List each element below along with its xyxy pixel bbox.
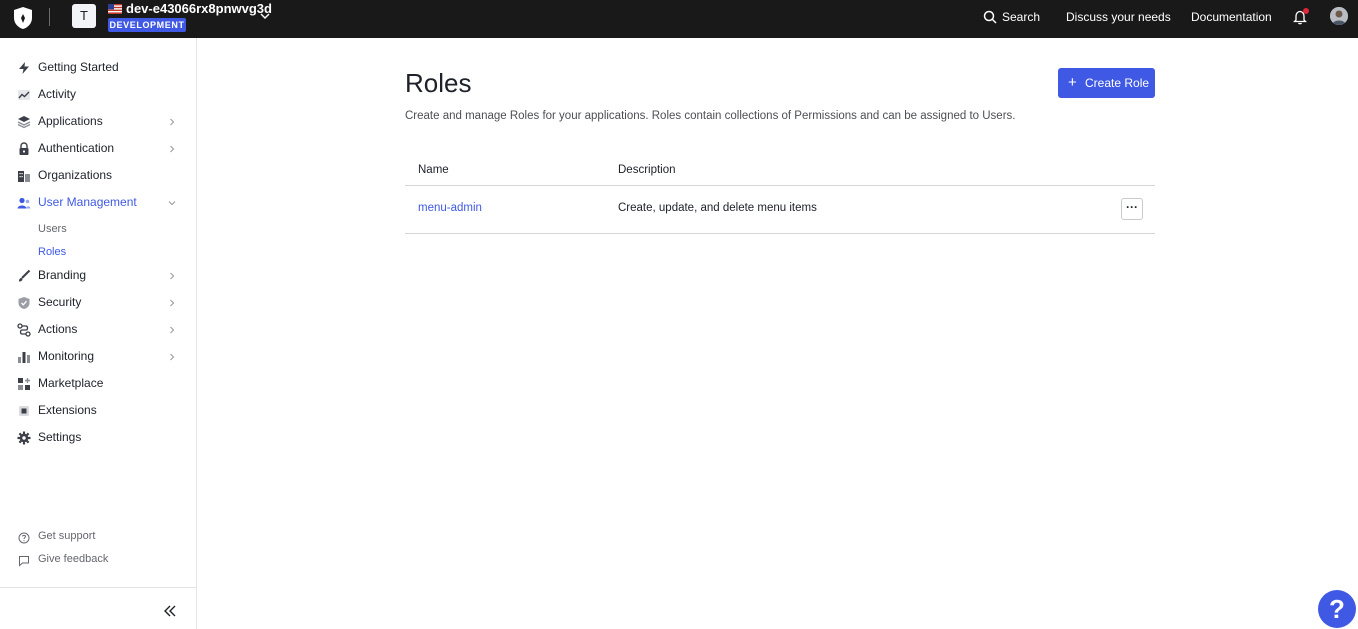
bar-chart-icon [18,352,30,363]
sidebar-item-label: Applications [38,114,103,128]
user-avatar[interactable] [1330,7,1348,25]
chevron-right-icon [170,118,175,126]
sidebar-item-label: Getting Started [38,60,119,74]
sidebar-item-label: Monitoring [38,349,95,363]
flow-icon [17,323,31,337]
role-name-link[interactable]: menu-admin [418,202,482,214]
search-icon[interactable] [983,10,997,24]
question-circle-icon [18,532,30,544]
documentation-link[interactable]: Documentation [1191,10,1272,24]
plus-icon: + [1068,74,1077,91]
sidebar-item-label: Authentication [38,141,115,155]
footer-label: Get support [38,530,96,542]
page-title: Roles [405,68,472,98]
grid-plus-icon [18,378,30,390]
us-flag-icon [108,4,122,14]
chevron-right-icon [170,353,175,361]
lock-icon [19,142,29,155]
sidebar-item-applications[interactable]: Applications [0,110,196,136]
sidebar: Getting Started Activity Applications Au… [0,38,197,629]
page-description: Create and manage Roles for your applica… [405,110,1016,122]
role-description: Create, update, and delete menu items [618,202,817,214]
sidebar-item-label: Organizations [38,168,113,182]
tenant-avatar[interactable]: T [72,4,96,28]
chevron-right-icon [170,145,175,153]
environment-badge: DEVELOPMENT [108,18,186,32]
sidebar-item-getting-started[interactable]: Getting Started [0,56,196,82]
lightning-icon [19,62,29,74]
row-more-options-button[interactable]: ··· [1121,198,1143,220]
sidebar-item-label: User Management [38,195,137,209]
gear-icon [17,431,31,445]
create-role-button[interactable]: + Create Role [1058,68,1155,98]
sidebar-item-label: Activity [38,87,77,101]
sidebar-item-branding[interactable]: Branding [0,264,196,290]
activity-chart-icon [18,90,30,100]
sidebar-item-settings[interactable]: Settings [0,426,196,452]
users-icon [17,197,31,209]
chevron-right-icon [170,299,175,307]
table-header-divider [405,185,1155,186]
sidebar-subitem-roles[interactable]: Roles [38,246,66,258]
chevron-down-icon[interactable] [259,11,271,21]
discuss-needs-link[interactable]: Discuss your needs [1066,10,1171,24]
layers-icon [17,116,31,129]
sidebar-item-label: Marketplace [38,376,104,390]
sidebar-item-label: Branding [38,268,87,282]
table-row-divider [405,233,1155,234]
notification-dot [1303,8,1309,14]
extension-icon [19,406,29,416]
sidebar-item-monitoring[interactable]: Monitoring [0,345,196,371]
sidebar-item-security[interactable]: Security [0,291,196,317]
sidebar-item-organizations[interactable]: Organizations [0,164,196,190]
tenant-name[interactable]: dev-e43066rx8pnwvg3d [126,1,272,16]
chevron-right-icon [170,272,175,280]
auth0-logo-icon[interactable] [12,6,34,30]
sidebar-item-marketplace[interactable]: Marketplace [0,372,196,398]
get-support-link[interactable]: Get support [0,528,196,548]
sidebar-item-activity[interactable]: Activity [0,83,196,109]
shield-icon [18,297,30,309]
sidebar-subitem-users[interactable]: Users [38,223,67,235]
user-photo-icon [1330,7,1348,25]
sidebar-item-authentication[interactable]: Authentication [0,137,196,163]
header-divider [49,8,50,26]
give-feedback-link[interactable]: Give feedback [0,551,196,571]
help-button[interactable]: ? [1318,590,1356,628]
sidebar-item-extensions[interactable]: Extensions [0,399,196,425]
chat-bubble-icon [19,556,29,567]
sidebar-item-label: Extensions [38,403,97,417]
sidebar-item-label: Actions [38,322,78,336]
sidebar-item-label: Security [38,295,82,309]
chevron-right-icon [170,326,175,334]
top-bar: T dev-e43066rx8pnwvg3d DEVELOPMENT Searc… [0,0,1358,38]
sidebar-item-label: Settings [38,430,82,444]
search-link[interactable]: Search [1002,10,1040,24]
chevron-down-icon [168,201,176,206]
brush-icon [19,269,31,282]
sidebar-item-actions[interactable]: Actions [0,318,196,344]
sidebar-item-user-management[interactable]: User Management [0,191,196,217]
column-header-name[interactable]: Name [418,164,449,176]
sidebar-footer-divider [0,587,196,588]
buildings-icon [18,171,30,182]
collapse-sidebar-icon[interactable] [163,605,177,617]
footer-label: Give feedback [38,553,109,565]
column-header-description: Description [618,164,676,176]
create-role-label: Create Role [1085,76,1150,90]
